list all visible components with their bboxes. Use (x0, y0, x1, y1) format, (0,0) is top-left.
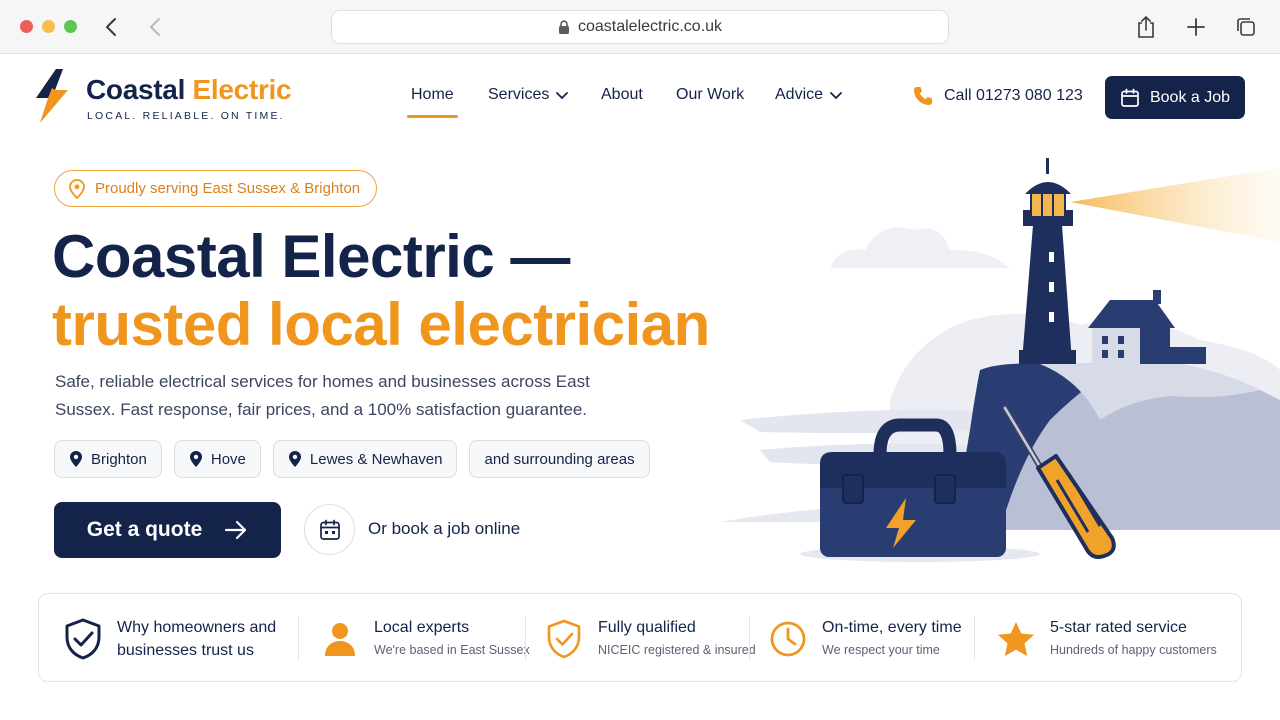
area-chip-lewes-newhaven[interactable]: Lewes & Newhaven (272, 440, 458, 478)
browser-toolbar: coastalelectric.co.uk (0, 0, 1280, 54)
service-area-text: Proudly serving East Sussex & Brighton (95, 180, 361, 197)
service-area-badge: Proudly serving East Sussex & Brighton (54, 170, 378, 207)
map-pin-icon (70, 451, 82, 467)
lighthouse-toolbox-illustration (720, 158, 1280, 562)
trust-divider (974, 616, 975, 660)
trust-item-subtitle: Hundreds of happy customers (1050, 642, 1217, 657)
person-icon (318, 617, 362, 661)
nav-services-label: Services (488, 86, 550, 103)
phone-icon (914, 87, 932, 105)
share-icon (1138, 15, 1154, 38)
logo-wordmark: Coastal Electric (86, 74, 292, 106)
service-area-chips: Brighton Hove Lewes & Newhaven and surro… (54, 440, 650, 478)
hero-description: Safe, reliable electrical services for h… (55, 372, 590, 419)
trust-item-title: 5-star rated service (1050, 618, 1187, 636)
area-chip-surrounding[interactable]: and surrounding areas (469, 440, 650, 478)
trust-item-title: Fully qualified (598, 618, 696, 636)
nav-about-label: About (601, 86, 643, 103)
area-chip-hove[interactable]: Hove (173, 440, 261, 478)
arrow-right-icon (225, 520, 247, 540)
minimize-window-button[interactable] (42, 20, 55, 33)
area-chip-label: Hove (210, 450, 246, 468)
trust-divider (298, 616, 299, 660)
book-a-job-label: Book a Job (1149, 88, 1231, 106)
area-chip-label: Lewes & Newhaven (309, 450, 443, 468)
nav-our-work[interactable]: Our Work (676, 86, 744, 104)
trust-item-subtitle: We're based in East Sussex (374, 642, 530, 657)
trust-intro: Why homeowners and businesses trust us (61, 594, 289, 683)
trust-intro-text: Why homeowners and businesses trust us (117, 618, 277, 659)
trust-item-fully-qualified: Fully qualified NICEIC registered & insu… (542, 594, 756, 683)
trust-bar: Why homeowners and businesses trust us L… (38, 593, 1242, 682)
forward-button[interactable] (143, 14, 167, 40)
clock-icon (766, 617, 810, 661)
trust-item-local-experts: Local experts We're based in East Sussex (318, 594, 530, 683)
map-pin-icon (69, 178, 85, 199)
call-label: Call 01273 080 123 (944, 87, 1083, 104)
tab-overview-button[interactable] (1233, 14, 1259, 40)
hero-headline-line1: Coastal Electric — (52, 223, 570, 290)
shield-check-icon (61, 617, 105, 661)
share-button[interactable] (1133, 14, 1159, 40)
area-chip-label: Brighton (91, 450, 147, 468)
area-chip-brighton[interactable]: Brighton (54, 440, 162, 478)
lightning-bolt-icon (36, 69, 68, 123)
logo-word-coastal: Coastal (86, 74, 186, 105)
map-pin-icon (189, 451, 202, 467)
call-link[interactable]: Call 01273 080 123 (912, 85, 1083, 107)
lock-icon (558, 19, 569, 34)
address-bar[interactable]: coastalelectric.co.uk (331, 10, 949, 44)
zoom-window-button[interactable] (64, 20, 77, 33)
nav-home[interactable]: Home (407, 86, 458, 118)
book-online-icon-button[interactable] (304, 504, 355, 555)
logo-word-electric: Electric (192, 74, 292, 105)
area-chip-label: and surrounding areas (484, 450, 635, 468)
nav-home-label: Home (411, 86, 454, 103)
nav-about[interactable]: About (601, 86, 643, 104)
plus-icon (1187, 18, 1205, 36)
trust-item-subtitle: NICEIC registered & insured (598, 642, 756, 657)
chevron-down-icon (556, 92, 569, 100)
trust-divider (525, 616, 526, 660)
get-a-quote-button[interactable]: Get a quote (54, 502, 281, 558)
chevron-left-icon (106, 18, 116, 36)
trust-item-five-star: 5-star rated service Hundreds of happy c… (994, 594, 1217, 683)
tabs-icon (1237, 18, 1255, 36)
map-pin-icon (288, 451, 301, 467)
trust-item-on-time: On-time, every time We respect your time (766, 594, 962, 683)
trust-item-subtitle: We respect your time (822, 642, 940, 657)
calendar-icon (1121, 88, 1139, 107)
star-icon (994, 617, 1038, 661)
trust-item-title: Local experts (374, 618, 470, 636)
hero-headline-line2: trusted local electrician (52, 291, 710, 358)
new-tab-button[interactable] (1183, 14, 1209, 40)
get-a-quote-label: Get a quote (86, 518, 203, 541)
close-window-button[interactable] (20, 20, 33, 33)
url-text: coastalelectric.co.uk (577, 18, 723, 35)
chevron-down-icon (830, 92, 842, 100)
nav-services[interactable]: Services (488, 86, 569, 104)
site-logo[interactable]: Coastal Electric LOCAL. RELIABLE. ON TIM… (30, 68, 310, 126)
chevron-right-icon (150, 18, 160, 36)
logo-tagline: LOCAL. RELIABLE. ON TIME. (87, 110, 285, 122)
nav-our-work-label: Our Work (676, 86, 745, 103)
trust-item-title: On-time, every time (822, 618, 962, 636)
shield-check-icon (542, 617, 586, 661)
nav-advice-label: Advice (775, 86, 824, 103)
back-button[interactable] (99, 14, 123, 40)
book-a-job-button[interactable]: Book a Job (1105, 76, 1245, 119)
nav-advice[interactable]: Advice (775, 86, 843, 104)
calendar-icon (319, 519, 340, 540)
book-online-link[interactable]: Or book a job online (368, 519, 520, 539)
trust-divider (749, 616, 750, 660)
